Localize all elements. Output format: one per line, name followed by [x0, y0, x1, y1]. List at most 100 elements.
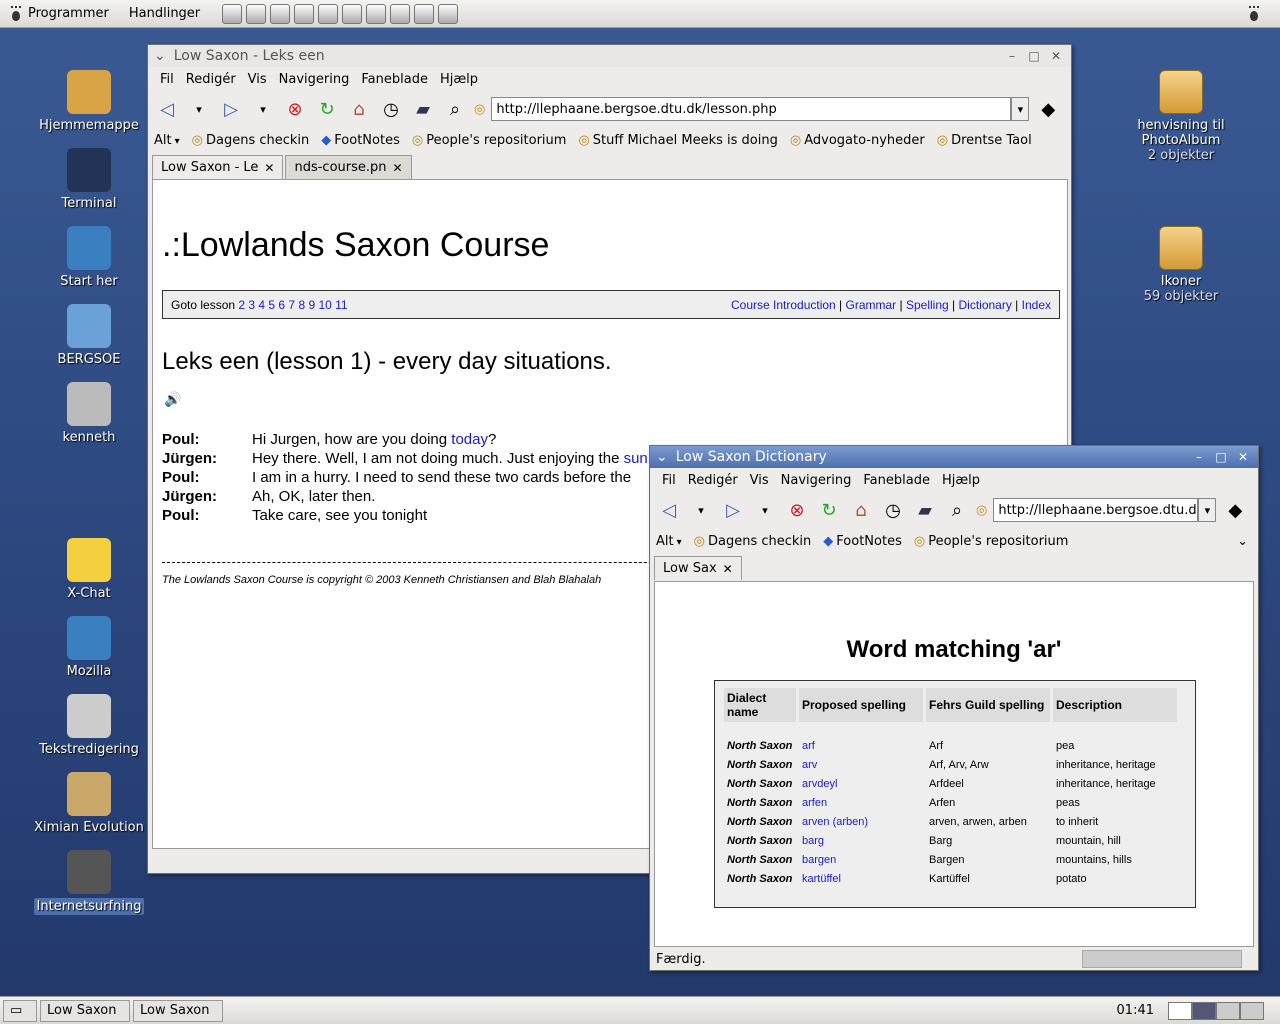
close-tab-icon[interactable]: ✕	[723, 562, 733, 576]
spelling-link[interactable]: arven (arben)	[799, 814, 923, 830]
bookmarks-icon[interactable]: ▰	[912, 497, 938, 523]
minimize-button[interactable]: –	[1003, 47, 1021, 65]
spelling-link[interactable]: arfen	[799, 795, 923, 811]
bookmarks-icon[interactable]: ▰	[410, 96, 436, 122]
desktop-icon[interactable]: Ximian Evolution	[24, 772, 154, 835]
desktop-icon[interactable]: Tekstredigering	[24, 694, 154, 757]
reload-icon[interactable]: ↻	[816, 497, 842, 523]
red-icon[interactable]	[390, 3, 411, 24]
tab-dictionary[interactable]: Low Sax ✕	[654, 556, 742, 580]
desktop-icon[interactable]: Hjemmemappe	[24, 70, 154, 133]
spelling-link[interactable]: arf	[799, 738, 923, 754]
url-dropdown-icon[interactable]: ▾	[1198, 498, 1217, 522]
window-menu-icon[interactable]: ⌄	[656, 449, 668, 465]
menu-item[interactable]: Vis	[248, 72, 267, 87]
reload-icon[interactable]: ↻	[314, 96, 340, 122]
url-input[interactable]: http://llephaane.bergsoe.dtu.dk/s	[993, 498, 1199, 522]
nav-link[interactable]: Grammar	[846, 298, 897, 312]
task-button[interactable]: Low Saxon	[133, 999, 223, 1022]
back-icon[interactable]: ◁	[656, 497, 682, 523]
titlebar[interactable]: ⌄ Low Saxon - Leks een – □ ✕	[148, 45, 1071, 67]
task-button[interactable]: Low Saxon	[40, 999, 130, 1022]
home-icon[interactable]: ⌂	[346, 96, 372, 122]
applications-menu[interactable]: Programmer	[0, 0, 119, 28]
tab-image[interactable]: nds-course.pn ✕	[285, 155, 412, 179]
bookmarks-menu[interactable]: Alt ▾	[154, 133, 180, 148]
nav-link[interactable]: Dictionary	[958, 298, 1011, 312]
vocab-link[interactable]: today	[451, 430, 488, 449]
window-icon[interactable]	[414, 3, 435, 24]
gnome-icon[interactable]	[438, 3, 459, 24]
titlebar[interactable]: ⌄ Low Saxon Dictionary – □ ✕	[650, 446, 1258, 468]
maximize-button[interactable]: □	[1212, 448, 1230, 466]
bookmark-item[interactable]: ◎ Drentse Taol	[937, 133, 1032, 148]
forward-icon[interactable]: ▷	[720, 497, 746, 523]
bookmark-item[interactable]: ◎ People's repositorium	[412, 133, 567, 148]
spelling-link[interactable]: bargen	[799, 852, 923, 868]
menu-item[interactable]: Faneblade	[863, 473, 930, 488]
spelling-link[interactable]: barg	[799, 833, 923, 849]
desktop-icon[interactable]: X-Chat	[24, 538, 154, 601]
desktop-icon[interactable]: Terminal	[24, 148, 154, 211]
bookmark-item[interactable]: ◆ FootNotes	[823, 534, 902, 549]
history-icon[interactable]: ◷	[378, 96, 404, 122]
show-desktop-button[interactable]: ▭	[3, 999, 37, 1022]
gnome-menu-icon[interactable]	[1248, 5, 1260, 22]
bookmark-item[interactable]: ◎ Advogato-nyheder	[790, 133, 925, 148]
mail-icon[interactable]	[318, 3, 339, 24]
menu-item[interactable]: Navigering	[279, 72, 350, 87]
desktop-icon[interactable]: Mozilla	[24, 616, 154, 679]
window-menu-icon[interactable]: ⌄	[154, 48, 166, 64]
menu-item[interactable]: Fil	[160, 72, 174, 87]
spelling-link[interactable]: arvdeyl	[799, 776, 923, 792]
close-button[interactable]: ✕	[1047, 47, 1065, 65]
menu-item[interactable]: Hjælp	[942, 473, 980, 488]
desktop-icon[interactable]: kenneth	[24, 382, 154, 445]
bookmark-item[interactable]: ◎ Stuff Michael Meeks is doing	[578, 133, 777, 148]
history-icon[interactable]: ◷	[880, 497, 906, 523]
close-button[interactable]: ✕	[1234, 448, 1252, 466]
speaker-icon[interactable]: 🔊	[164, 392, 181, 408]
tab-lesson[interactable]: Low Saxon - Le ✕	[152, 155, 284, 179]
calculator-icon[interactable]	[294, 3, 315, 24]
workspace-switcher[interactable]	[1168, 1001, 1264, 1020]
menu-item[interactable]: Vis	[750, 473, 769, 488]
url-input[interactable]: http://llephaane.bergsoe.dtu.dk/lesson.p…	[491, 97, 1012, 121]
chevron-down-icon[interactable]: ▾	[752, 497, 778, 523]
back-icon[interactable]: ◁	[154, 96, 180, 122]
spelling-link[interactable]: arv	[799, 757, 923, 773]
monitor-icon[interactable]	[270, 3, 291, 24]
nav-link[interactable]: Course Introduction	[731, 298, 836, 312]
desktop-icon[interactable]: BERGSOE	[24, 304, 154, 367]
menu-item[interactable]: Hjælp	[440, 72, 478, 87]
desktop-icon[interactable]: Start her	[24, 226, 154, 289]
notes-icon[interactable]	[222, 3, 243, 24]
spelling-link[interactable]: kartüffel	[799, 871, 923, 887]
forward-icon[interactable]: ▷	[218, 96, 244, 122]
menu-item[interactable]: Faneblade	[361, 72, 428, 87]
maximize-button[interactable]: □	[1025, 47, 1043, 65]
edit-icon[interactable]	[342, 3, 363, 24]
close-tab-icon[interactable]: ✕	[264, 161, 274, 175]
menu-item[interactable]: Navigering	[781, 473, 852, 488]
laptop-icon[interactable]	[246, 3, 267, 24]
actions-menu[interactable]: Handlinger	[119, 0, 210, 28]
document-icon[interactable]	[366, 3, 387, 24]
chevron-down-icon[interactable]: ▾	[250, 96, 276, 122]
search-icon[interactable]: ⌕	[944, 497, 970, 523]
url-dropdown-icon[interactable]: ▾	[1011, 97, 1030, 121]
lesson-links[interactable]: 2 3 4 5 6 7 8 9 10 11	[238, 298, 347, 312]
stop-icon[interactable]: ⊗	[282, 96, 308, 122]
nav-link[interactable]: Index	[1022, 298, 1051, 312]
chevron-down-icon[interactable]: ▾	[688, 497, 714, 523]
bookmark-item[interactable]: ◎ People's repositorium	[914, 534, 1069, 549]
menu-item[interactable]: Fil	[662, 473, 676, 488]
menu-item[interactable]: Redigér	[186, 72, 236, 87]
bookmarks-menu[interactable]: Alt ▾	[656, 534, 682, 549]
search-icon[interactable]: ⌕	[442, 96, 468, 122]
nav-link[interactable]: Spelling	[906, 298, 949, 312]
bookmark-item[interactable]: ◆ FootNotes	[321, 133, 400, 148]
menu-item[interactable]: Redigér	[688, 473, 738, 488]
home-icon[interactable]: ⌂	[848, 497, 874, 523]
desktop-icon[interactable]: Internetsurfning	[24, 850, 154, 915]
